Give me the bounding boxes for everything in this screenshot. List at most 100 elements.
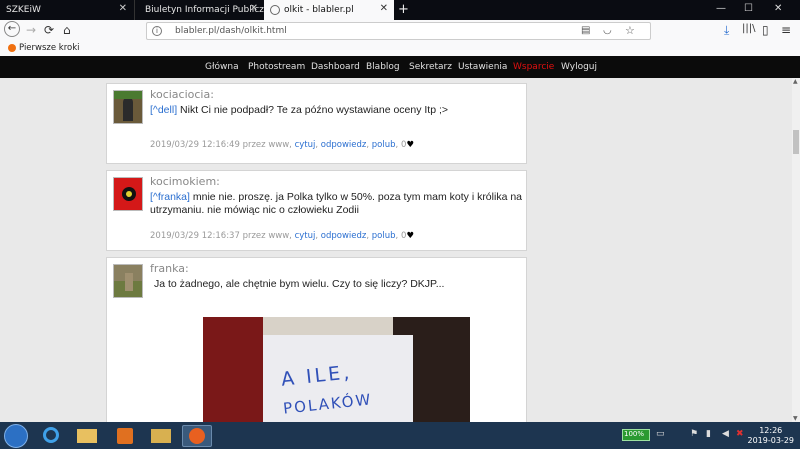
nav-sekretarz[interactable]: Sekretarz [409, 62, 452, 72]
tray-volume-icon[interactable]: ◀ [722, 429, 729, 439]
url-text: blabler.pl/dash/olkit.html [175, 26, 287, 36]
new-tab-button[interactable]: + [398, 2, 409, 17]
media-player-icon[interactable] [110, 425, 140, 447]
tab-biuletyn[interactable]: Biuletyn Informacji Publicznej ✕ [134, 0, 264, 20]
heart-icon: ♥ [406, 140, 414, 150]
image-dark-region [203, 317, 263, 422]
post-text: Nikt Ci nie podpadł? Te za późno wystawi… [177, 104, 449, 116]
scroll-down-arrow-icon[interactable]: ▼ [793, 415, 798, 422]
minimize-button[interactable]: — [716, 3, 726, 14]
avatar[interactable] [113, 90, 143, 124]
post-timestamp: 2019/03/29 12:16:37 przez www, [150, 231, 292, 241]
sidebar-icon[interactable]: ▯ [762, 23, 769, 37]
post-author[interactable]: kociaciocia: [150, 88, 214, 101]
post-author[interactable]: kocimokiem: [150, 175, 220, 188]
battery-indicator[interactable]: 100% [622, 429, 650, 441]
tray-alert-icon[interactable]: ✖ [736, 429, 744, 439]
site-navigation: Główna Photostream Dashboard Blablog Sek… [0, 56, 800, 78]
navigation-toolbar: ← → ⟳ ⌂ i blabler.pl/dash/olkit.html ▤ ◡… [0, 20, 800, 42]
avatar[interactable] [113, 177, 143, 211]
tab-szkeiw[interactable]: SZKEiW ✕ [0, 0, 133, 20]
avatar-emblem-detail-icon [126, 191, 132, 197]
address-bar[interactable]: i blabler.pl/dash/olkit.html ▤ ◡ ☆ [146, 22, 651, 40]
home-button[interactable]: ⌂ [63, 23, 71, 37]
nav-glowna[interactable]: Główna [205, 62, 239, 72]
close-icon[interactable]: ✕ [119, 3, 127, 14]
maximize-button[interactable]: ☐ [744, 3, 753, 14]
nav-blablog[interactable]: Blablog [366, 62, 400, 72]
clock-time: 12:26 [759, 426, 783, 435]
avatar-figure-icon [125, 273, 133, 291]
start-button[interactable] [4, 424, 28, 448]
scrollbar[interactable]: ▲ ▼ [792, 78, 800, 422]
forward-button[interactable]: → [26, 23, 36, 37]
odpowiedz-link[interactable]: odpowiedz [321, 140, 367, 150]
close-window-button[interactable]: ✕ [774, 3, 782, 14]
nav-photostream[interactable]: Photostream [248, 62, 305, 72]
post-body: [^franka] mnie nie. proszę. ja Polka tyl… [150, 191, 522, 217]
post-body: Ja to żadnego, ale chętnie bym wielu. Cz… [154, 278, 526, 291]
avatar-leaves-icon [114, 91, 142, 99]
post-body: [^dell] Nikt Ci nie podpadł? Te za późno… [150, 104, 522, 117]
ie-icon[interactable] [36, 425, 66, 447]
menu-icon[interactable]: ≡ [781, 23, 791, 37]
bookmarks-toolbar: Pierwsze kroki [0, 42, 800, 57]
tab-bar: SZKEiW ✕ Biuletyn Informacji Publicznej … [0, 0, 800, 20]
polub-link[interactable]: polub [372, 231, 396, 241]
post-meta: 2019/03/29 12:16:49 przez www, cytuj, od… [150, 140, 414, 150]
post: franka: Ja to żadnego, ale chętnie bym w… [106, 257, 527, 422]
explorer-icon[interactable] [72, 425, 102, 447]
nav-wsparcie[interactable]: Wsparcie [513, 62, 554, 72]
tab-label: olkit - blabler.pl [284, 5, 354, 15]
close-icon[interactable]: ✕ [250, 3, 258, 14]
tab-label: Biuletyn Informacji Publicznej [145, 5, 264, 15]
info-icon[interactable]: i [152, 26, 162, 36]
nav-ustawienia[interactable]: Ustawienia [458, 62, 507, 72]
clock[interactable]: 12:26 2019-03-29 [748, 426, 795, 446]
heart-icon: ♥ [406, 231, 414, 241]
reader-view-icon[interactable]: ▤ [581, 25, 590, 36]
cytuj-link[interactable]: cytuj [295, 140, 316, 150]
folder-icon [77, 429, 97, 443]
firefox-icon [8, 44, 16, 52]
close-icon[interactable]: ✕ [380, 3, 388, 14]
avatar-figure-icon [123, 97, 133, 121]
tray-keyboard-icon[interactable]: ▭ [656, 429, 665, 439]
tray-flag-icon[interactable]: ⚑ [690, 429, 698, 439]
battery-percent: 100% [624, 430, 645, 438]
avatar[interactable] [113, 264, 143, 298]
folder-app-icon[interactable] [146, 425, 176, 447]
ie-logo-icon [43, 427, 59, 443]
back-button[interactable]: ← [4, 21, 20, 37]
post-image[interactable]: A ILE, POLAKÓW [203, 317, 470, 422]
media-logo-icon [117, 428, 133, 444]
taskbar: 100% ▭ ⚑ ▮ ◀ ✖ 12:26 2019-03-29 [0, 422, 800, 449]
library-icon[interactable]: |||\ [742, 23, 755, 34]
post-reference[interactable]: [^dell] [150, 104, 177, 116]
page-content: kociaciocia: [^dell] Nikt Ci nie podpadł… [0, 78, 792, 422]
bookmark-label: Pierwsze kroki [19, 43, 80, 53]
nav-dashboard[interactable]: Dashboard [311, 62, 360, 72]
post-meta: 2019/03/29 12:16:37 przez www, cytuj, od… [150, 231, 414, 241]
firefox-taskbar-icon[interactable] [182, 425, 212, 447]
cytuj-link[interactable]: cytuj [295, 231, 316, 241]
scrollbar-thumb[interactable] [793, 130, 799, 154]
post-author[interactable]: franka: [150, 262, 189, 275]
polub-link[interactable]: polub [372, 140, 396, 150]
bookmark-star-icon[interactable]: ☆ [625, 24, 635, 37]
scroll-up-arrow-icon[interactable]: ▲ [793, 78, 798, 85]
download-icon[interactable]: ⤓ [724, 23, 729, 38]
bookmark-pierwsze-kroki[interactable]: Pierwsze kroki [8, 43, 80, 53]
post-text: mnie nie. proszę. ja Polka tylko w 50%. … [150, 191, 523, 216]
tray-network-icon[interactable]: ▮ [706, 429, 711, 439]
nav-wyloguj[interactable]: Wyloguj [561, 62, 597, 72]
folder-icon [151, 429, 171, 443]
odpowiedz-link[interactable]: odpowiedz [321, 231, 367, 241]
firefox-logo-icon [189, 428, 205, 444]
post-text: Ja to żadnego, ale chętnie bym wielu. Cz… [154, 278, 445, 290]
pocket-icon[interactable]: ◡ [603, 25, 612, 36]
tab-olkit[interactable]: olkit - blabler.pl ✕ [264, 0, 394, 20]
post-timestamp: 2019/03/29 12:16:49 przez www, [150, 140, 292, 150]
reload-button[interactable]: ⟳ [44, 23, 54, 37]
post-reference[interactable]: [^franka] [150, 191, 190, 203]
